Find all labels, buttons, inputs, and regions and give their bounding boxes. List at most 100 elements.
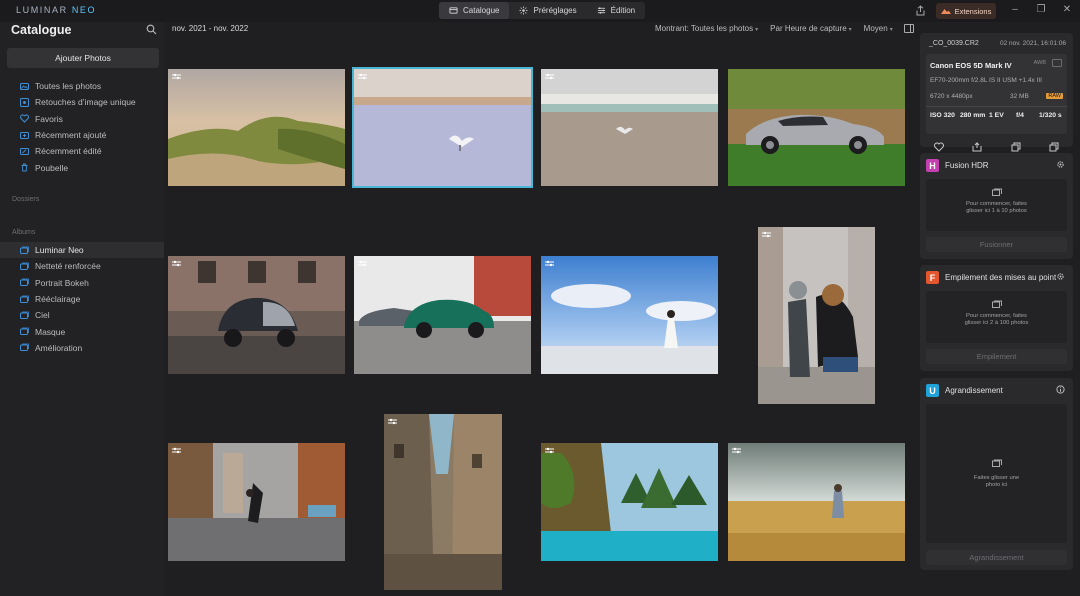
green-car-photo <box>354 256 531 374</box>
gear-icon[interactable] <box>1056 160 1065 169</box>
tool-card-upscale: U Agrandissement Faites glisser une phot… <box>920 378 1073 570</box>
minimize-icon[interactable]: – <box>1008 4 1022 15</box>
album-reeclairage[interactable]: Rééclairage <box>0 291 164 307</box>
edited-badge-icon <box>762 231 771 238</box>
sidebar-item-trash[interactable]: Poubelle <box>0 159 164 175</box>
wheat-field-photo <box>728 443 905 561</box>
copy-edits-icon[interactable] <box>1011 142 1021 152</box>
smart-car-photo <box>168 256 345 374</box>
restore-icon[interactable]: ❐ <box>1034 4 1048 15</box>
chevron-down-icon: ▾ <box>848 27 852 33</box>
heart-icon <box>20 114 29 123</box>
presets-icon <box>519 6 529 15</box>
drop-zone-text: Pour commencer, faites glisser ici 1 à 1… <box>966 201 1027 214</box>
upscale-button[interactable]: Agrandissement <box>926 550 1067 565</box>
tab-presets[interactable]: Préréglages <box>509 2 586 19</box>
album-luminar-neo[interactable]: Luminar Neo <box>0 242 164 259</box>
tab-edit[interactable]: Édition <box>587 2 645 19</box>
album-amelioration[interactable]: Amélioration <box>0 340 164 356</box>
photo-actions <box>920 142 1073 152</box>
sidebar-item-all-photos[interactable]: Toutes les photos <box>0 78 164 94</box>
date-range: nov. 2021 - nov. 2022 <box>172 24 249 33</box>
album-ciel[interactable]: Ciel <box>0 307 164 323</box>
dunes-photo <box>168 69 345 186</box>
focal-length: 280 mm <box>960 112 986 119</box>
images-drop-icon <box>992 188 1002 196</box>
upscale-logo-icon: U <box>926 384 939 397</box>
album-portrait-bokeh[interactable]: Portrait Bokeh <box>0 275 164 291</box>
search-icon[interactable] <box>146 24 157 35</box>
photo-thumbnail[interactable] <box>168 443 345 561</box>
album-icon <box>20 327 29 336</box>
photo-thumbnail[interactable] <box>728 69 905 186</box>
exposure-value: 1 EV <box>989 112 1004 119</box>
sort-label: Par Heure de capture <box>770 24 847 33</box>
album-label: Portrait Bokeh <box>35 277 89 288</box>
showing-filter-label: Montrant: Toutes les photos <box>655 24 754 33</box>
drop-zone-text: Pour commencer, faites glisser ici 2 à 1… <box>964 313 1029 326</box>
toggle-panel-icon[interactable] <box>904 24 914 33</box>
photo-thumbnail[interactable] <box>384 414 502 590</box>
showing-filter-dropdown[interactable]: Montrant: Toutes les photos ▾ <box>655 24 758 33</box>
tab-catalogue[interactable]: Catalogue <box>439 2 510 19</box>
photo-thumbnail[interactable] <box>354 256 531 374</box>
extensions-button[interactable]: Extensions <box>936 3 996 19</box>
merge-button[interactable]: Fusionner <box>926 237 1067 252</box>
photo-thumbnail[interactable] <box>168 256 345 374</box>
sidebar-item-recently-edited[interactable]: Récemment édité <box>0 143 164 159</box>
lens-info: EF70-200mm f/2.8L IS II USM +1.4x III <box>930 77 1042 84</box>
album-icon <box>20 262 29 270</box>
camera-icon <box>1052 59 1062 67</box>
stack-button[interactable]: Empilement <box>926 349 1067 364</box>
edited-badge-icon <box>732 447 741 454</box>
sidebar-item-recently-added[interactable]: Récemment ajouté <box>0 127 164 143</box>
sidebar-item-single-edits[interactable]: Retouches d’image unique <box>0 94 164 110</box>
chevron-down-icon: ▾ <box>755 27 759 33</box>
seagull-sand-photo <box>541 69 718 186</box>
photo-thumbnail[interactable] <box>168 69 345 186</box>
album-masque[interactable]: Masque <box>0 323 164 339</box>
drop-zone[interactable]: Faites glisser une photo ici <box>926 404 1067 543</box>
photo-thumbnail[interactable] <box>728 443 905 561</box>
aperture: f/4 <box>1016 112 1024 119</box>
info-icon[interactable] <box>1056 385 1065 394</box>
sort-dropdown[interactable]: Par Heure de capture ▾ <box>770 24 852 33</box>
folders-heading[interactable]: Dossiers <box>12 196 39 203</box>
tool-card-focus-stacking: F Empilement des mises au point Pour com… <box>920 265 1073 371</box>
photo-thumbnail[interactable] <box>541 443 718 561</box>
sidebar-item-label: Retouches d’image unique <box>35 97 136 108</box>
sidebar-item-favorites[interactable]: Favoris <box>0 111 164 127</box>
albums-heading[interactable]: Albums <box>12 229 35 236</box>
edited-badge-icon <box>545 447 554 454</box>
favorite-heart-icon[interactable] <box>934 142 945 152</box>
photo-thumbnail[interactable] <box>758 227 875 404</box>
drop-zone[interactable]: Pour commencer, faites glisser ici 1 à 1… <box>926 179 1067 231</box>
file-size: 32 MB <box>1010 93 1029 100</box>
add-photos-button[interactable]: Ajouter Photos <box>7 48 159 68</box>
edited-badge-icon <box>388 418 397 425</box>
album-label: Netteté renforcée <box>35 261 101 272</box>
share-icon[interactable] <box>915 5 926 16</box>
photo-thumbnail[interactable] <box>541 256 718 374</box>
close-icon[interactable]: ✕ <box>1060 4 1074 15</box>
album-icon <box>20 278 29 287</box>
edited-badge-icon <box>172 73 181 80</box>
duplicate-icon[interactable] <box>1049 142 1059 152</box>
focus-stacking-logo-icon: F <box>926 271 939 284</box>
tool-card-hdr-merge: H Fusion HDR Pour commencer, faites glis… <box>920 153 1073 259</box>
exif-box: Canon EOS 5D Mark IV AWB EF70-200mm f/2.… <box>926 54 1067 134</box>
export-icon[interactable] <box>972 142 982 152</box>
street-dancer-photo <box>168 443 345 561</box>
tab-catalogue-label: Catalogue <box>463 6 500 15</box>
trash-icon <box>21 163 28 172</box>
album-label: Masque <box>35 326 66 337</box>
album-nettete-renforcee[interactable]: Netteté renforcée <box>0 258 164 274</box>
extensions-label: Extensions <box>954 6 992 16</box>
photo-thumbnail[interactable] <box>541 69 718 186</box>
recent-edited-icon <box>20 147 29 155</box>
thumbnail-size-dropdown[interactable]: Moyen ▾ <box>864 24 893 33</box>
photo-thumbnail-selected[interactable] <box>352 67 533 188</box>
images-drop-icon <box>992 459 1002 467</box>
gear-icon[interactable] <box>1056 272 1065 281</box>
drop-zone[interactable]: Pour commencer, faites glisser ici 2 à 1… <box>926 291 1067 343</box>
